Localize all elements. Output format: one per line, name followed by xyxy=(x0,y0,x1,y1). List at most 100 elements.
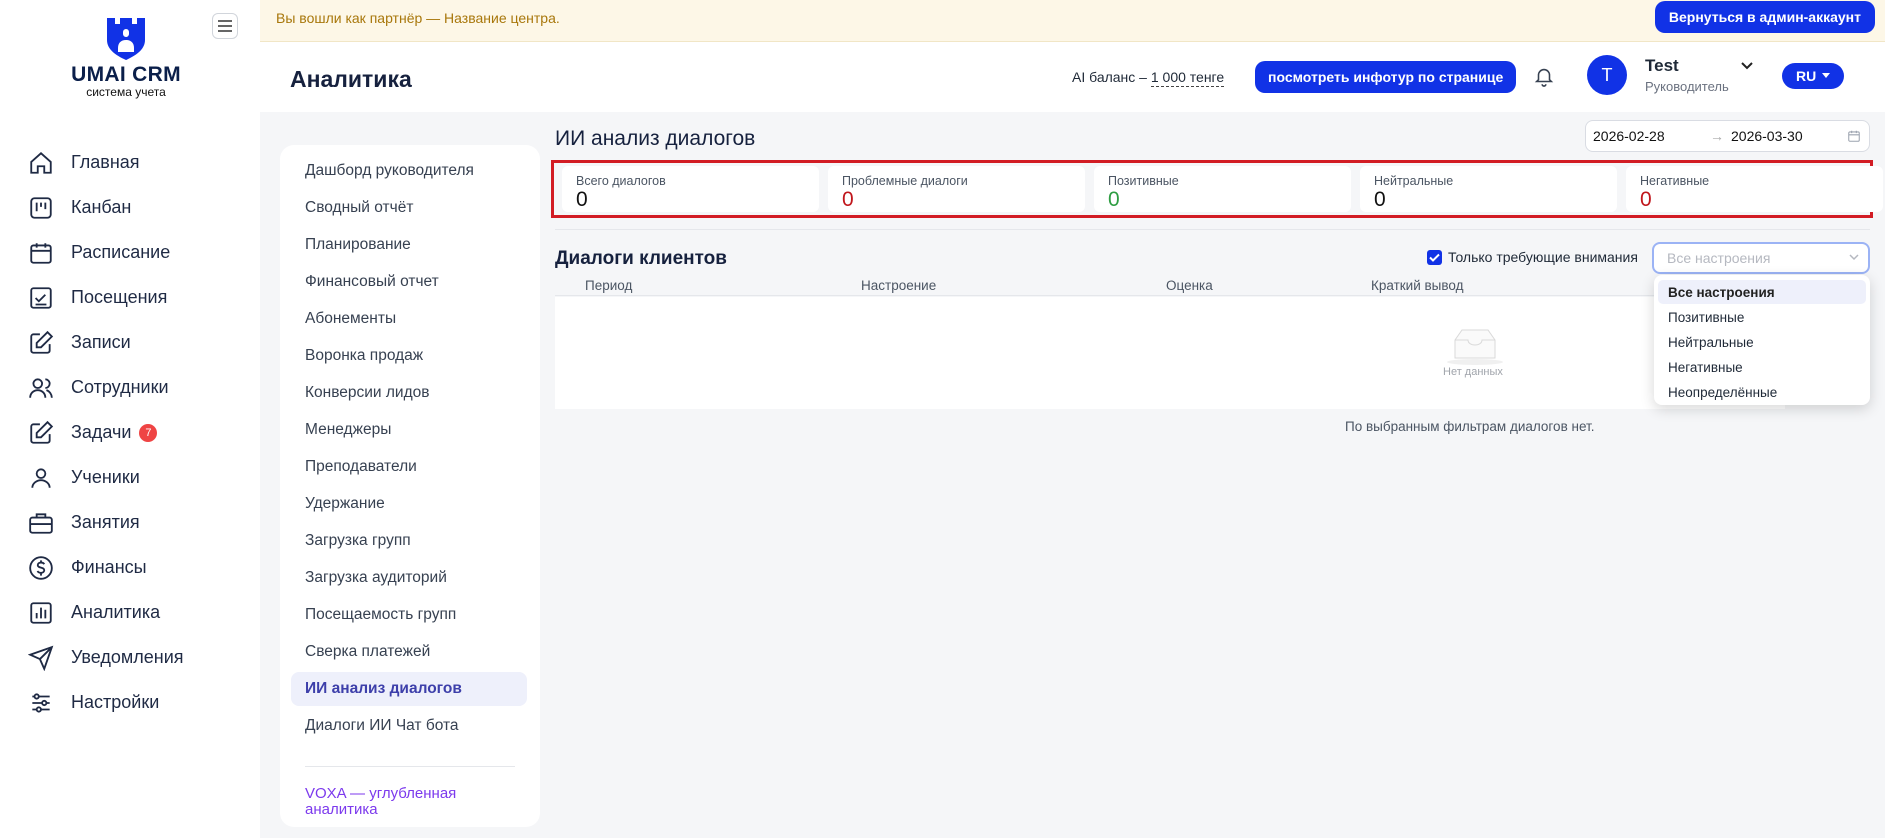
nav-item-settings[interactable]: Настройки xyxy=(28,680,184,725)
content-area: Дашборд руководителя Сводный отчёт Плани… xyxy=(260,112,1885,838)
page-title: Аналитика xyxy=(290,66,412,92)
stat-value: 0 xyxy=(1108,188,1120,211)
nav-label: Ученики xyxy=(71,467,140,487)
subnav-item[interactable]: Загрузка групп xyxy=(291,524,527,558)
nav-label: Уведомления xyxy=(71,647,184,667)
language-select[interactable]: RU xyxy=(1782,63,1845,89)
nav-item-schedule[interactable]: Расписание xyxy=(28,230,184,275)
subnav-item[interactable]: Сводный отчёт xyxy=(291,191,527,225)
nav-item-students[interactable]: Ученики xyxy=(28,455,184,500)
subnav-item[interactable]: Конверсии лидов xyxy=(291,376,527,410)
tasks-icon xyxy=(30,420,54,444)
voxa-link[interactable]: VOXA — углубленная аналитика xyxy=(305,786,505,818)
info-tour-button[interactable]: посмотреть инфотур по странице xyxy=(1255,61,1517,93)
dropdown-option[interactable]: Нейтральные xyxy=(1658,330,1866,354)
subnav-item[interactable]: Сверка платежей xyxy=(291,635,527,669)
stat-card-neutral: Нейтральные 0 xyxy=(1360,166,1617,212)
column-header[interactable]: Краткий вывод xyxy=(1371,278,1464,293)
stat-value: 0 xyxy=(842,188,854,211)
stat-label: Всего диалогов xyxy=(576,174,666,188)
subnav-item[interactable]: Удержание xyxy=(291,487,527,521)
sliders-icon xyxy=(32,692,50,713)
sidebar: UMAI CRM система учета Главная Канбан Ра… xyxy=(0,0,260,838)
avatar[interactable]: T xyxy=(1587,55,1627,95)
tasks-count-badge: 7 xyxy=(139,423,158,442)
nav-item-attendance[interactable]: Посещения xyxy=(28,275,184,320)
nav-item-home[interactable]: Главная xyxy=(28,140,184,185)
mood-select[interactable]: Все настроения xyxy=(1652,242,1870,274)
column-header[interactable]: Оценка xyxy=(1166,278,1213,293)
subnav-item[interactable]: Абонементы xyxy=(291,302,527,336)
nav-item-kanban[interactable]: Канбан xyxy=(28,185,184,230)
subnav-item[interactable]: Финансовый отчет xyxy=(291,265,527,299)
subnav-item-active[interactable]: ИИ анализ диалогов xyxy=(291,672,527,706)
subnav-item[interactable]: Дашборд руководителя xyxy=(291,154,527,188)
nav-item-records[interactable]: Записи xyxy=(28,320,184,365)
user-name[interactable]: Test xyxy=(1645,56,1679,76)
no-dialogs-message: По выбранным фильтрам диалогов нет. xyxy=(1345,419,1595,434)
nav-label: Главная xyxy=(71,152,140,172)
mood-dropdown: Все настроения Позитивные Нейтральные Не… xyxy=(1654,275,1870,405)
nav-label: Аналитика xyxy=(71,602,161,622)
nav-label: Настройки xyxy=(71,692,160,712)
menu-toggle-button[interactable] xyxy=(212,13,238,39)
dropdown-option[interactable]: Неопределённые xyxy=(1658,380,1866,404)
date-range-picker[interactable]: 2026-02-28 → 2026-03-30 xyxy=(1585,120,1870,152)
language-value: RU xyxy=(1796,68,1817,84)
subnav-item[interactable]: Загрузка аудиторий xyxy=(291,561,527,595)
calendar-icon xyxy=(1848,130,1860,142)
arrow-right-icon: → xyxy=(1710,128,1724,144)
empty-inbox-icon xyxy=(1447,329,1503,365)
date-from[interactable]: 2026-02-28 xyxy=(1593,128,1665,144)
nav-item-staff[interactable]: Сотрудники xyxy=(28,365,184,410)
nav-item-lessons[interactable]: Занятия xyxy=(28,500,184,545)
nav-item-notifications[interactable]: Уведомления xyxy=(28,635,184,680)
stat-card-positive: Позитивные 0 xyxy=(1094,166,1351,212)
nav-label: Расписание xyxy=(71,242,171,262)
stat-label: Позитивные xyxy=(1108,174,1179,188)
kanban-icon xyxy=(30,196,52,219)
table-header: Период Настроение Оценка Краткий вывод xyxy=(555,277,1785,296)
attention-only-checkbox[interactable]: Только требующие внимания xyxy=(1427,249,1638,265)
brand-logo[interactable]: UMAI CRM система учета xyxy=(70,18,182,99)
nav-item-finance[interactable]: Финансы xyxy=(28,545,184,590)
date-to[interactable]: 2026-03-30 xyxy=(1731,128,1803,144)
checkbox-checked[interactable] xyxy=(1427,249,1442,265)
nav-label: Записи xyxy=(71,332,131,352)
partner-banner: Вы вошли как партнёр — Название центра. … xyxy=(260,0,1885,42)
subnav-item[interactable]: Посещаемость групп xyxy=(291,598,527,632)
chevron-down-icon xyxy=(1741,62,1753,70)
ai-balance-value[interactable]: 1 000 тенге xyxy=(1150,69,1225,87)
divider xyxy=(555,229,1870,230)
user-menu-toggle[interactable] xyxy=(1740,58,1754,76)
briefcase-icon xyxy=(29,512,53,534)
nav-label: Финансы xyxy=(71,557,147,577)
check-icon xyxy=(1429,253,1440,262)
users-icon xyxy=(29,377,53,398)
nav-item-analytics[interactable]: Аналитика xyxy=(28,590,184,635)
subnav-item[interactable]: Воронка продаж xyxy=(291,339,527,373)
dropdown-option-selected[interactable]: Все настроения xyxy=(1658,280,1866,304)
notifications-bell[interactable] xyxy=(1533,64,1555,93)
stats-row: Всего диалогов 0 Проблемные диалоги 0 По… xyxy=(551,160,1883,218)
subnav-item[interactable]: Диалоги ИИ Чат бота xyxy=(291,709,527,743)
stat-card-negative: Негативные 0 xyxy=(1626,166,1883,212)
stat-label: Проблемные диалоги xyxy=(842,174,968,188)
back-to-admin-button[interactable]: Вернуться в админ-аккаунт xyxy=(1654,1,1875,33)
brand-tagline: система учета xyxy=(86,85,166,99)
hamburger-icon xyxy=(218,20,232,32)
table-body xyxy=(555,297,1785,409)
column-header[interactable]: Период xyxy=(585,278,632,293)
column-header[interactable]: Настроение xyxy=(861,278,936,293)
castle-logo-icon xyxy=(107,18,145,60)
subnav-item[interactable]: Планирование xyxy=(291,228,527,262)
stat-card-problem: Проблемные диалоги 0 xyxy=(828,166,1085,212)
subnav-item[interactable]: Менеджеры xyxy=(291,413,527,447)
subnav-item[interactable]: Преподаватели xyxy=(291,450,527,484)
edit-icon xyxy=(30,330,54,354)
mood-select-placeholder: Все настроения xyxy=(1667,250,1771,266)
dropdown-option[interactable]: Позитивные xyxy=(1658,305,1866,329)
nav-item-tasks[interactable]: Задачи 7 xyxy=(28,410,184,455)
dropdown-option[interactable]: Негативные xyxy=(1658,355,1866,379)
user-icon xyxy=(31,467,51,488)
